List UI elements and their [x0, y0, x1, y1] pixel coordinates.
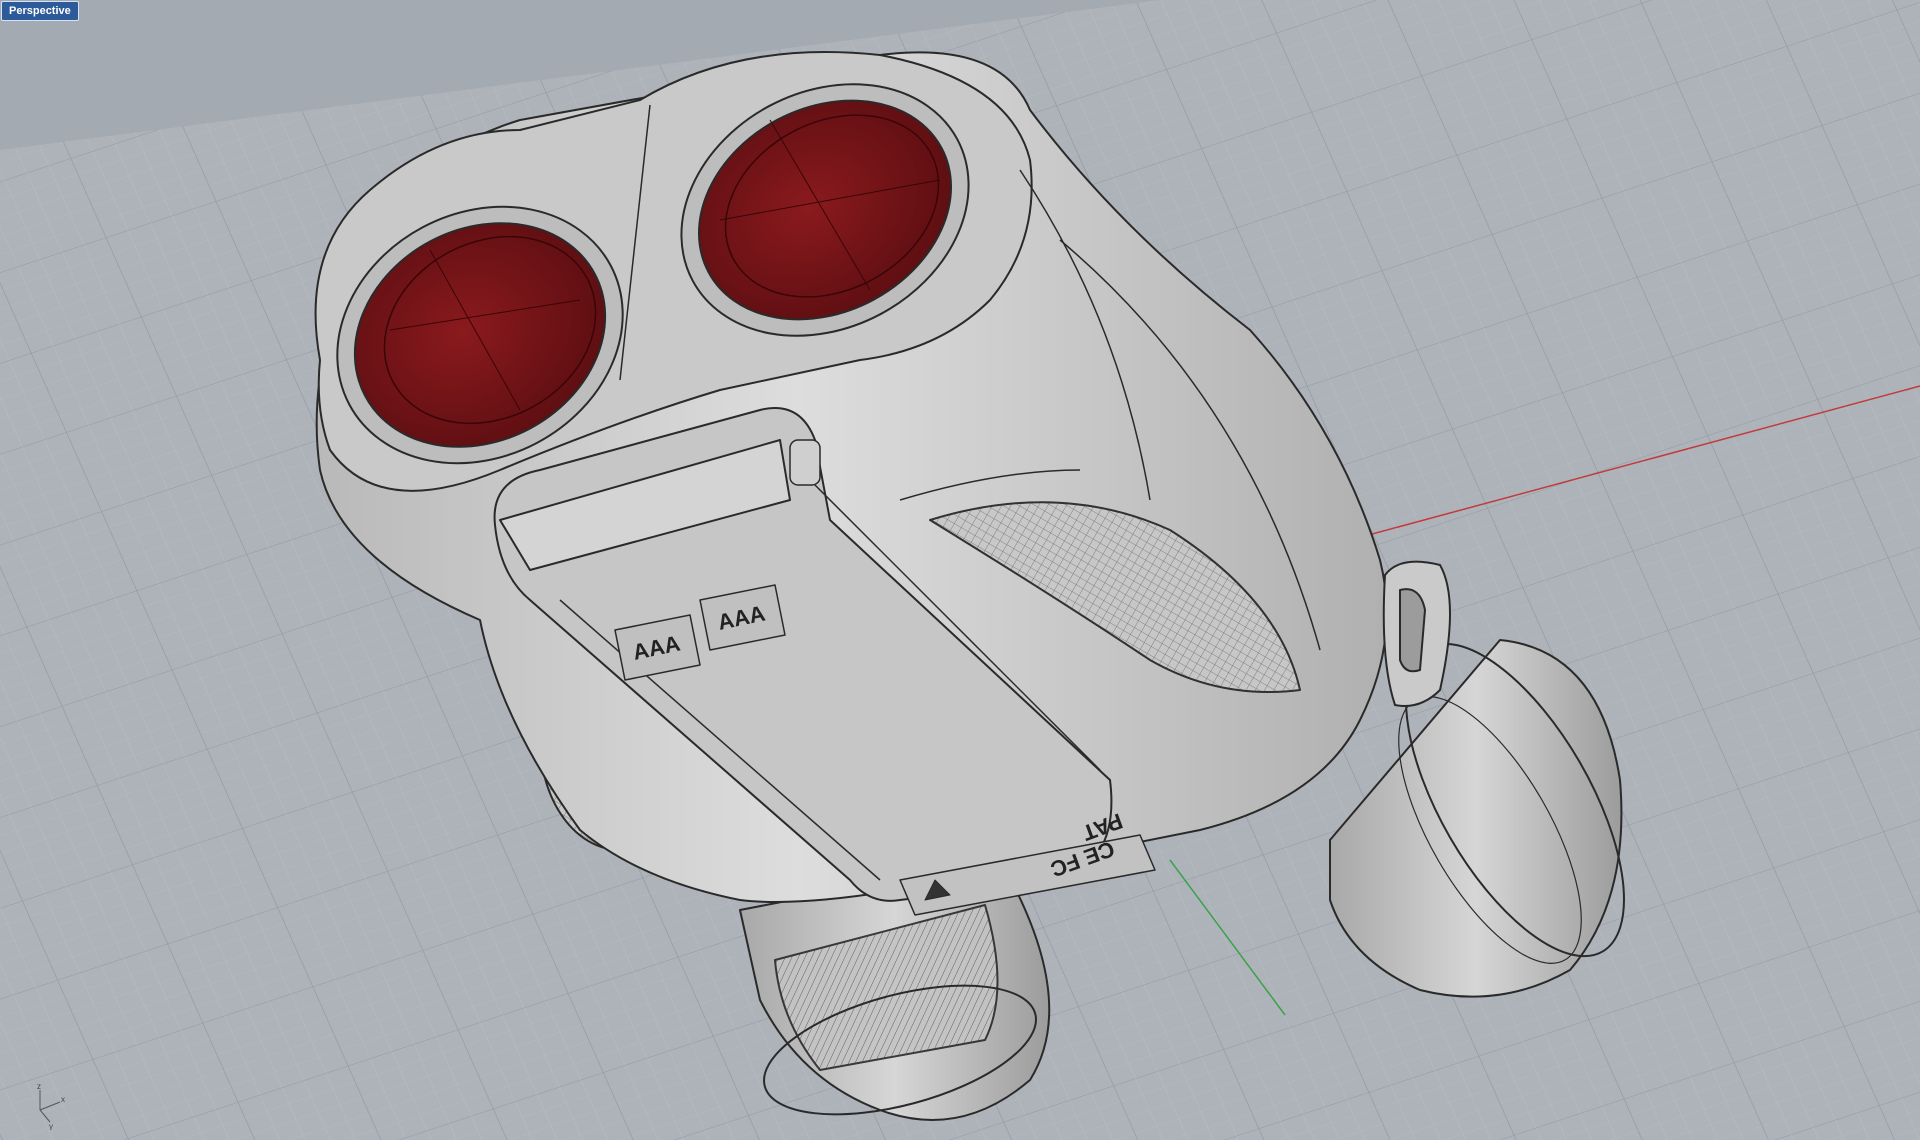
axis-label-y: y [49, 1122, 53, 1130]
axis-label-z: z [37, 1082, 41, 1091]
axis-widget-graphic: z x y [37, 1082, 65, 1131]
perspective-viewport[interactable]: AAA AAA PAT CE FC Perspective z x y [0, 0, 1920, 1140]
viewport-title-tab[interactable]: Perspective [1, 1, 79, 21]
axis-widget: z x y [28, 1082, 76, 1131]
model-scene[interactable]: AAA AAA PAT CE FC [0, 0, 1920, 1140]
strap-lug [1382, 560, 1451, 707]
axis-label-x: x [61, 1095, 65, 1104]
side-button [789, 439, 821, 486]
